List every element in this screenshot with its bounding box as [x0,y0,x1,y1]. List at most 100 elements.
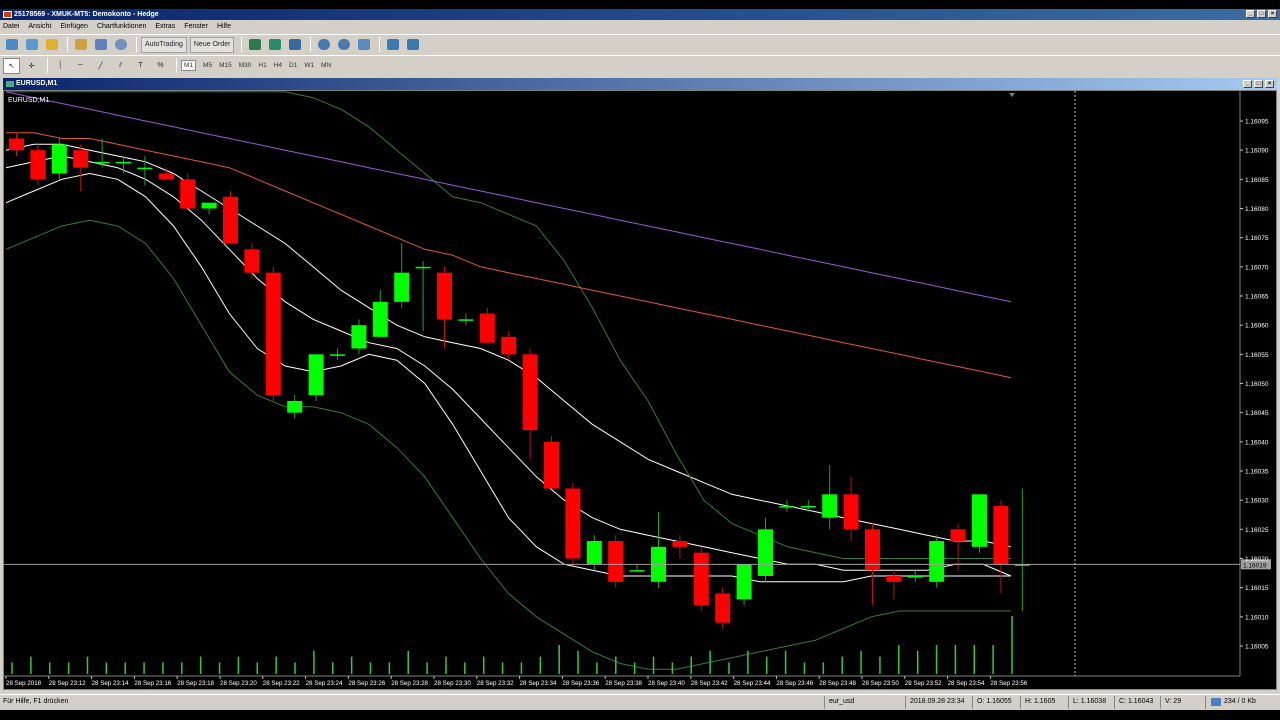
time-axis-label: 28 Sep 23:34 [520,680,557,687]
bear-candle-body [886,576,902,582]
toolbar-separator [67,37,68,52]
trendline-icon: ╱ [98,62,103,70]
zoom-in-button[interactable] [315,37,332,53]
bear-candle-body [30,150,46,180]
time-axis-label: 28 Sep 23:22 [263,680,300,687]
bear-candle-body [672,541,688,547]
profiles-button[interactable] [23,37,40,53]
status-volume: V: 29 [1165,698,1182,705]
chart-window-icon [6,81,14,87]
time-axis-label: 28 Sep 23:36 [562,680,599,687]
price-axis-label: 1.16030 [1245,498,1269,505]
data-window-button[interactable] [92,37,109,53]
menu-extras[interactable]: Extras [155,23,175,30]
timeframe-m30[interactable]: M30 [239,62,252,69]
menu-fenster[interactable]: Fenster [184,23,208,30]
time-axis-label: 28 Sep 23:18 [177,680,214,687]
vertical-line-button[interactable]: │ [52,58,69,74]
bear-candle-body [244,249,260,273]
cursor-tool-button[interactable]: ↖ [3,57,20,74]
price-axis-label: 1.16055 [1245,352,1269,359]
menu-hilfe[interactable]: Hilfe [217,23,231,30]
new-order-button[interactable]: Neue Order [189,36,235,53]
bull-candle-body [458,319,474,321]
bear-candle-body [479,313,495,343]
menu-chartfunktionen[interactable]: Chartfunktionen [97,23,146,30]
status-separator [1068,696,1069,709]
chart-minimize-button[interactable]: _ [1243,80,1252,88]
text-tool-button[interactable]: T [132,58,149,74]
fibonacci-tool-button[interactable]: % [152,58,169,74]
bear-candle-body [73,150,89,168]
tile-icon [357,39,370,50]
new-order-label: Neue Order [193,41,231,48]
shift-marker-icon [1009,93,1015,97]
price-axis-label: 1.16065 [1245,294,1269,301]
close-button[interactable]: × [1268,10,1277,18]
chart-maximize-button[interactable]: □ [1254,80,1263,88]
autotrading-button[interactable]: AutoTrading [141,36,187,53]
timeframe-w1[interactable]: W1 [304,62,314,69]
bull-candle-body [415,266,431,269]
chart-window-titlebar: EURUSD,M1 _ □ × [3,78,1277,90]
price-axis-label: 1.16005 [1245,644,1269,651]
toolbox-button[interactable] [112,37,129,53]
timeframe-m5[interactable]: M5 [203,62,212,69]
time-axis-label: 28 Sep 23:50 [862,680,899,687]
time-axis-label: 28 Sep 23:48 [819,680,856,687]
text-icon: T [138,62,143,69]
bear-candle-body [993,506,1009,565]
chart-close-button[interactable]: × [1265,80,1274,88]
menu-einfuegen[interactable]: Einfügen [60,23,88,30]
price-axis-label: 1.16050 [1245,381,1269,388]
bear-candle-body [715,593,731,623]
timeframe-h4[interactable]: H4 [274,62,282,69]
menu-ansicht[interactable]: Ansicht [28,23,51,30]
tile-windows-button[interactable] [355,37,372,53]
line-chart-button[interactable] [286,37,303,53]
time-axis-label: 28 Sep 23:46 [776,680,813,687]
new-chart-button[interactable] [3,37,20,53]
bear-candle-body [437,272,452,320]
chart-shift-button[interactable] [384,37,401,53]
channel-tool-button[interactable]: ⫽ [112,58,129,74]
candlestick-chart-button[interactable] [266,37,283,53]
market-watch-button[interactable] [43,37,60,53]
horizontal-line-button[interactable]: ─ [72,58,89,74]
horizontal-line-icon: ─ [78,62,83,69]
time-axis-label: 28 Sep 23:12 [49,680,86,687]
cursor-icon: ↖ [8,62,15,70]
fibonacci-icon: % [157,62,164,69]
timeframe-d1[interactable]: D1 [289,62,297,69]
candlestick-icon [268,39,281,50]
bar-chart-button[interactable] [246,37,263,53]
timeframe-h1[interactable]: H1 [258,62,266,69]
trendline-button[interactable]: ╱ [92,58,109,74]
menu-datei[interactable]: Datei [3,23,19,30]
minimize-button[interactable]: _ [1246,10,1255,18]
bull-candle-body [736,564,752,600]
connection-icon [1211,698,1221,706]
time-axis-label: 28 Sep 23:20 [220,680,257,687]
tools-toolbar: ↖ ✛ │ ─ ╱ ⫽ T % M1 M5 M15 M30 H1 H4 D1 W… [0,55,1280,75]
chart-area[interactable]: 1.16019 1.16095 1.16090 1.16085 1.16080 1.160… [3,90,1277,690]
app-logo-icon [3,11,12,18]
chart-symbol-label: EURUSD,M1 [8,97,49,104]
timeframe-mn[interactable]: MN [321,62,331,69]
bear-candle-body [9,138,24,151]
timeframe-m1[interactable]: M1 [181,60,197,71]
price-axis-label: 1.16035 [1245,469,1269,476]
timeframe-m15[interactable]: M15 [219,62,232,69]
time-axis-label: 28 Sep 23:42 [691,680,728,687]
autoscroll-button[interactable] [404,37,421,53]
zoom-out-button[interactable] [335,37,352,53]
time-axis-label: 28 Sep 23:24 [306,680,343,687]
bull-candle-body [372,301,388,337]
bottom-border [0,710,1280,720]
price-chart[interactable]: 1.16019 1.16095 1.16090 1.16085 1.16080 1.160… [4,91,1276,689]
crosshair-tool-button[interactable]: ✛ [23,58,40,74]
maximize-button[interactable]: □ [1257,10,1266,18]
bear-candle-body [223,196,238,244]
navigator-button[interactable] [72,37,89,53]
crosshair-icon: ✛ [28,62,35,70]
